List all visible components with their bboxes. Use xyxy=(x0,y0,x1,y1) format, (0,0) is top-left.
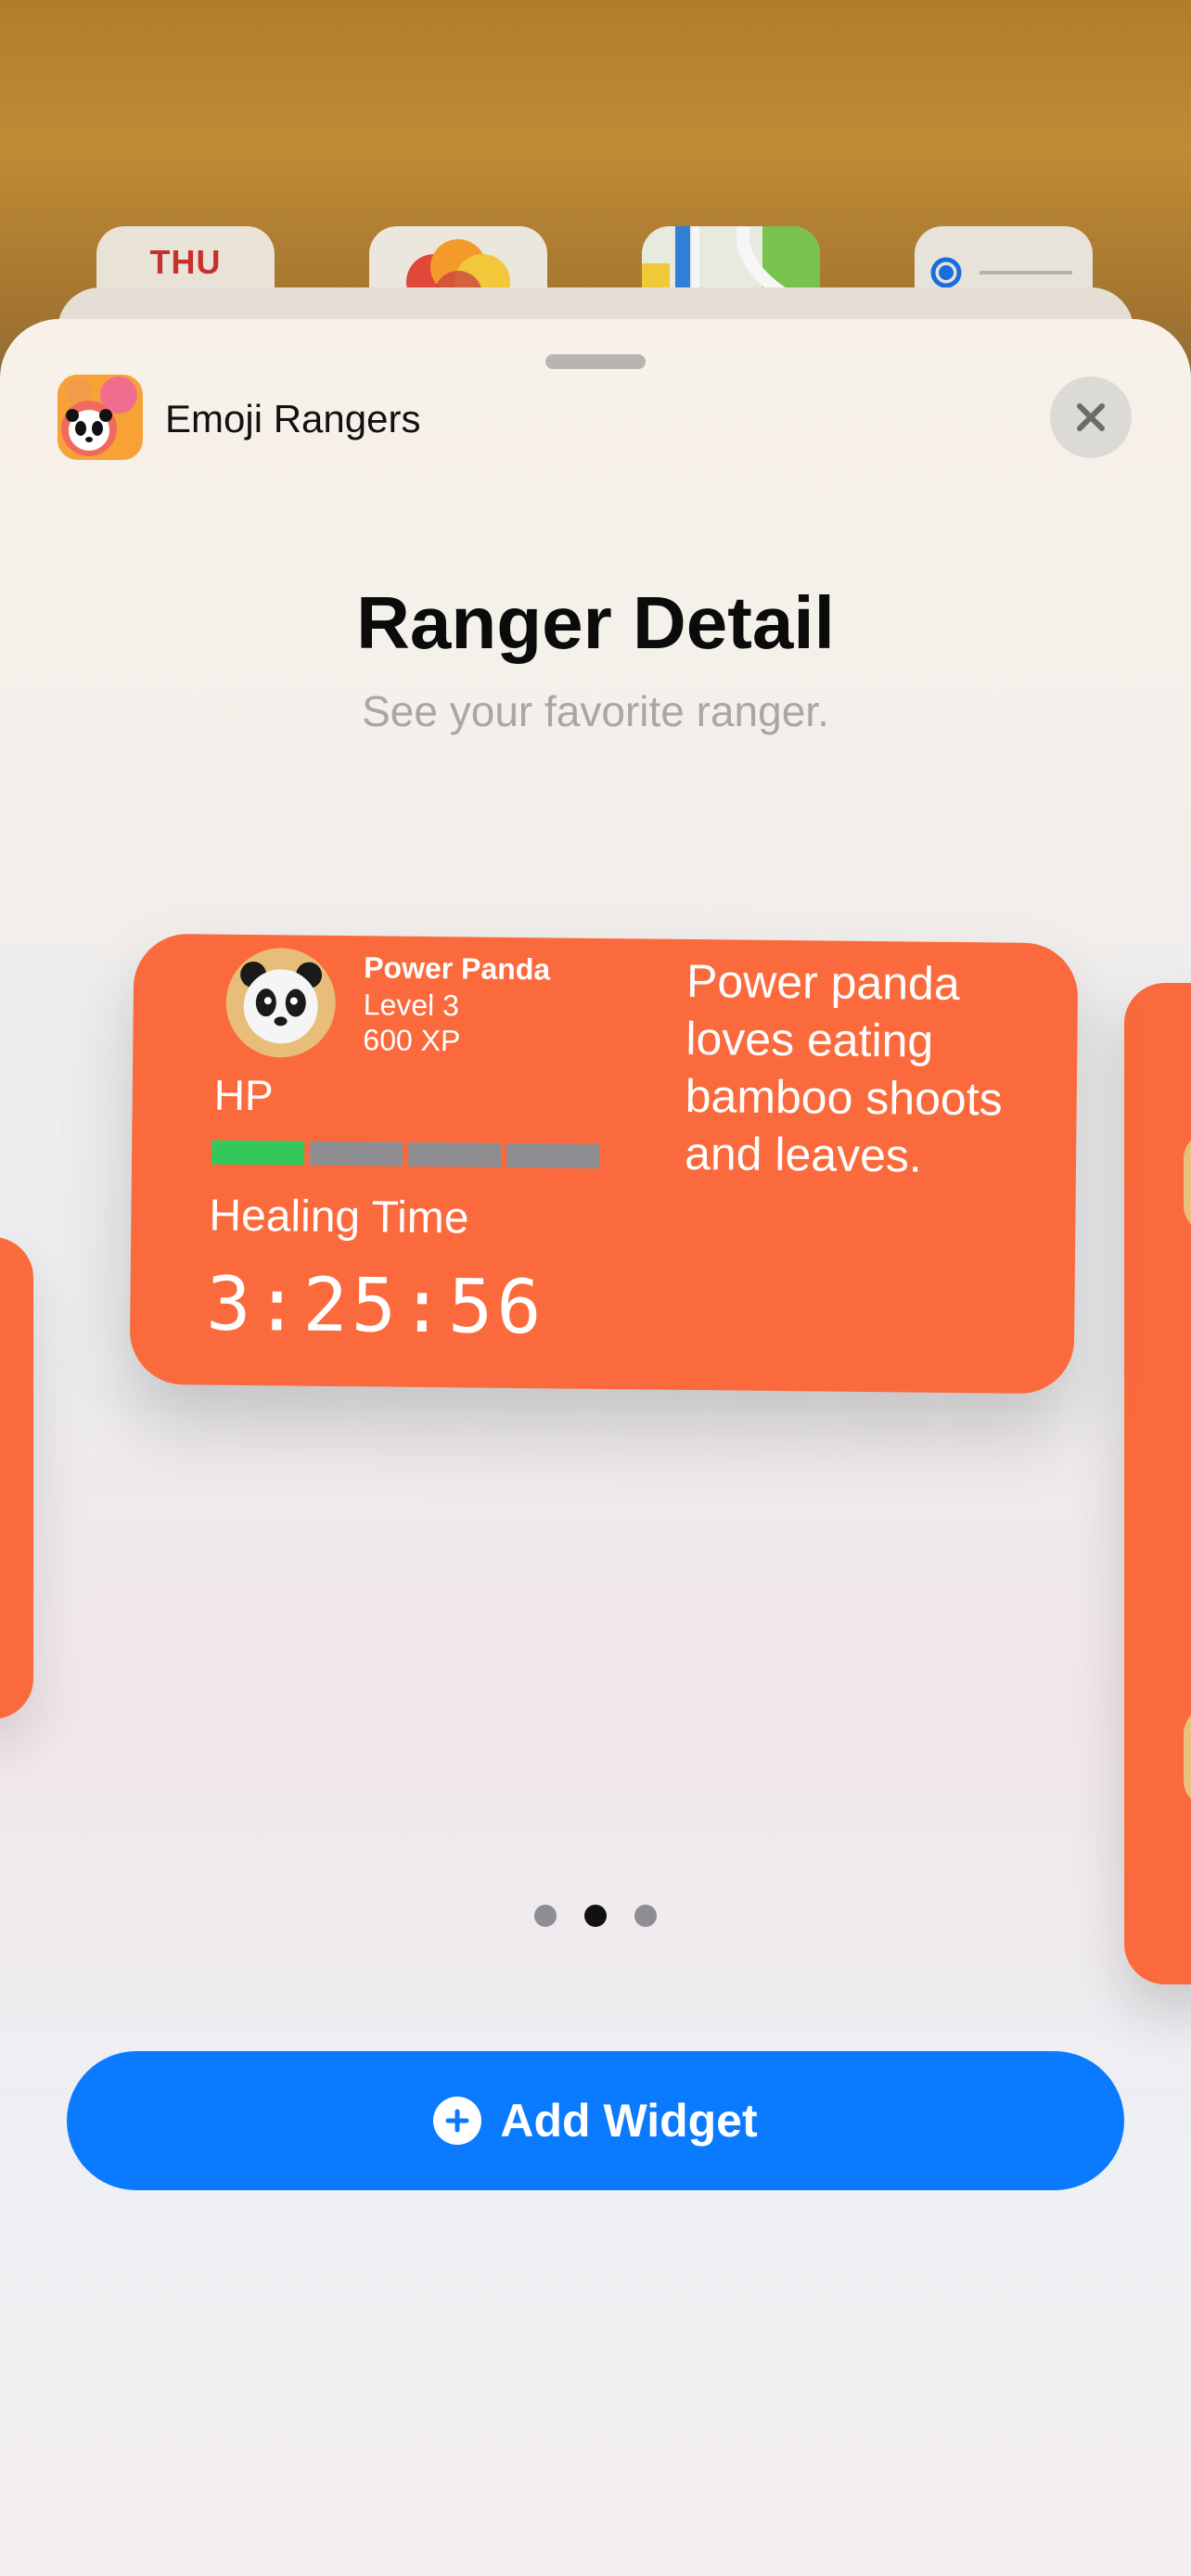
hp-segment xyxy=(309,1141,403,1167)
hp-bar xyxy=(211,1140,600,1168)
widget-title: Ranger Detail xyxy=(356,581,835,664)
page-dot[interactable] xyxy=(584,1905,607,1927)
ranger-name: Power Panda xyxy=(364,950,551,987)
panda-icon xyxy=(240,962,323,1044)
hp-segment xyxy=(506,1142,600,1168)
ranger-detail-widget[interactable]: Power Panda Level 3 600 XP HP Healing Ti… xyxy=(129,933,1079,1395)
hp-segment xyxy=(407,1141,502,1167)
healing-time-label: Healing Time xyxy=(209,1191,469,1243)
app-icon xyxy=(58,375,143,460)
close-button[interactable] xyxy=(1050,376,1132,458)
ranger-xp: 600 XP xyxy=(363,1023,461,1058)
healing-timer: 3:25:56 xyxy=(205,1260,546,1351)
panda-avatar xyxy=(225,947,337,1058)
add-widget-button[interactable]: Add Widget xyxy=(67,2051,1124,2190)
plus-icon xyxy=(433,2097,482,2145)
page-dot[interactable] xyxy=(534,1905,557,1927)
ranger-level: Level 3 xyxy=(363,988,460,1023)
widget-subtitle: See your favorite ranger. xyxy=(362,687,829,735)
hp-label: HP xyxy=(213,1070,274,1120)
add-widget-label: Add Widget xyxy=(500,2095,758,2147)
ranger-description: Power panda loves eating bamboo shoots a… xyxy=(684,954,1003,1182)
widget-gallery-sheet: Emoji Rangers Ranger Detail See your fav… xyxy=(0,319,1191,2576)
avatar xyxy=(1184,1706,1191,1808)
calendar-day-label: THU xyxy=(149,243,222,281)
next-widget-preview[interactable] xyxy=(1124,983,1191,1984)
close-icon xyxy=(1077,403,1105,431)
page-dot[interactable] xyxy=(634,1905,657,1927)
avatar xyxy=(1184,1131,1191,1233)
page-control[interactable] xyxy=(0,1905,1191,1927)
previous-widget-preview[interactable] xyxy=(0,1237,33,1719)
app-name: Emoji Rangers xyxy=(165,397,421,440)
hp-segment xyxy=(211,1140,305,1166)
sheet-grabber[interactable] xyxy=(545,354,646,369)
